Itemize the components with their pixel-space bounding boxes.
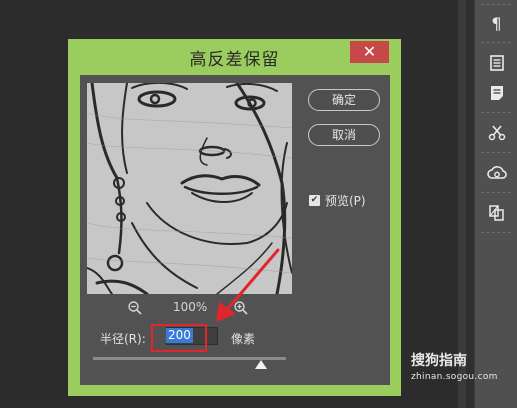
layer-comps-icon[interactable]: [475, 198, 517, 228]
panel-separator: [481, 232, 511, 233]
dialog-body: 确定 取消 ✔ 预览(P) 100% 半径(R): 200 像素: [80, 75, 390, 385]
watermark: 搜狗指南 zhinan.sogou.com: [411, 350, 511, 382]
paragraph-icon[interactable]: ¶: [475, 8, 517, 38]
preview-image[interactable]: [87, 83, 292, 294]
document-icon[interactable]: [475, 48, 517, 78]
tools-icon[interactable]: [475, 118, 517, 148]
preview-checkbox-label: 预览(P): [325, 194, 366, 208]
high-pass-dialog: 高反差保留 ✕ 确定 取消 ✔ 预览(P) 100% 半径(R): 200 像素: [68, 39, 401, 396]
radius-slider-thumb[interactable]: [254, 360, 267, 369]
panel-separator: [481, 4, 511, 5]
cancel-button[interactable]: 取消: [308, 124, 380, 146]
zoom-level: 100%: [173, 300, 208, 314]
notes-icon[interactable]: [475, 78, 517, 108]
panel-separator: [481, 112, 511, 113]
panel-separator: [481, 152, 511, 153]
creative-cloud-icon[interactable]: [475, 158, 517, 188]
right-panel: ¶: [474, 0, 517, 408]
radius-label: 半径(R):: [100, 332, 146, 346]
panel-separator: [481, 192, 511, 193]
highlight-box: [151, 324, 207, 352]
ok-button[interactable]: 确定: [308, 89, 380, 111]
panel-separator: [481, 42, 511, 43]
zoom-out-icon[interactable]: [127, 300, 143, 316]
close-button[interactable]: ✕: [350, 41, 389, 63]
preview-checkbox[interactable]: ✔: [309, 195, 320, 206]
panel-divider: [458, 0, 466, 408]
watermark-logo: 搜狗指南: [411, 353, 467, 369]
watermark-url: zhinan.sogou.com: [411, 372, 498, 382]
zoom-in-icon[interactable]: [233, 300, 249, 316]
radius-unit-label: 像素: [231, 332, 256, 346]
